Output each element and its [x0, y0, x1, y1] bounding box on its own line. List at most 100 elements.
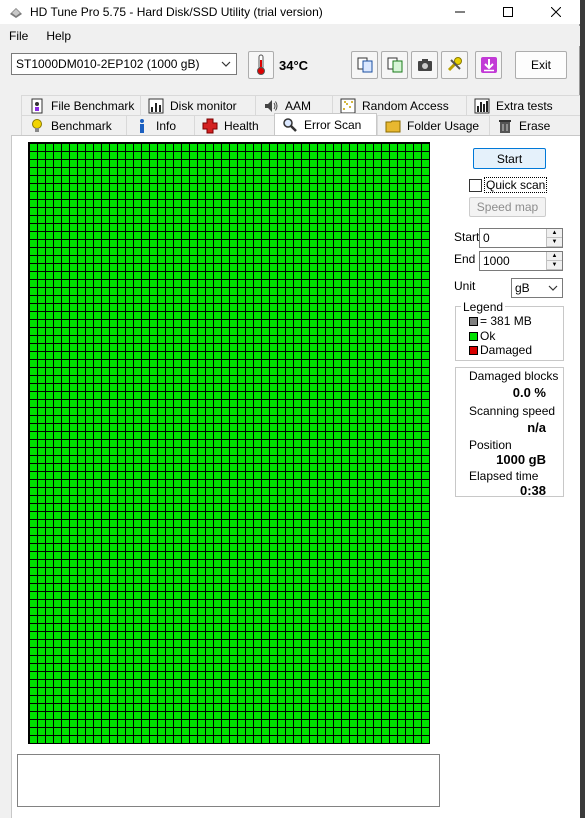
spin-down-icon[interactable]: ▼ [547, 238, 562, 247]
end-value: 1000 [483, 254, 510, 268]
folder-icon [385, 120, 401, 132]
minimize-button[interactable] [436, 0, 484, 24]
info-icon [140, 118, 144, 133]
copy-all-button[interactable] [381, 51, 408, 79]
legend-block-size-text: = 381 MB [480, 314, 532, 328]
camera-icon [417, 59, 432, 71]
start-value: 0 [483, 231, 490, 245]
legend-block-size: = 381 MB [469, 314, 532, 328]
quick-scan-checkbox[interactable] [469, 178, 482, 192]
tab-health[interactable]: Health [194, 115, 274, 135]
scan-block-grid [28, 142, 430, 744]
health-cross-icon [202, 118, 218, 133]
unit-select[interactable]: gB [511, 278, 563, 298]
disk-monitor-icon [148, 98, 164, 113]
tab-label: Disk monitor [170, 98, 237, 113]
quick-scan-checkbox-row[interactable]: Quick scan [469, 177, 548, 193]
copy-icon [357, 57, 372, 73]
legend-title: Legend [461, 300, 506, 314]
scanning-speed-value: n/a [527, 420, 546, 435]
save-button[interactable] [475, 51, 502, 79]
unit-value: gB [515, 281, 530, 295]
tab-benchmark[interactable]: Benchmark [21, 115, 126, 135]
unit-label: Unit [454, 279, 476, 293]
drive-select[interactable]: ST1000DM010-2EP102 (1000 gB) [11, 53, 237, 75]
tab-extra-tests[interactable]: Extra tests [466, 95, 580, 115]
temperature-button[interactable] [248, 51, 274, 79]
tab-label: Info [156, 118, 177, 133]
exit-button[interactable]: Exit [515, 51, 567, 79]
position-value: 1000 gB [496, 452, 546, 467]
position-label: Position [469, 438, 512, 452]
start-label: Start [454, 230, 480, 244]
tab-label: Benchmark [51, 118, 112, 133]
tab-aam[interactable]: AAM [255, 95, 332, 115]
download-arrow-icon [480, 57, 497, 73]
tools-icon [447, 57, 462, 72]
tab-label: Extra tests [496, 98, 553, 113]
tab-info[interactable]: Info [126, 115, 194, 135]
thermometer-icon [257, 54, 265, 75]
block-swatch [469, 316, 478, 326]
elapsed-time-value: 0:38 [519, 483, 546, 498]
extra-tests-icon [474, 98, 490, 113]
tab-label: Random Access [362, 98, 449, 113]
tab-row-top: File Benchmark Disk monitor AAM Random A… [11, 95, 580, 115]
tab-folder-usage[interactable]: Folder Usage [377, 115, 489, 135]
end-spinner[interactable]: 1000 ▲ ▼ [479, 251, 563, 271]
file-benchmark-icon [31, 98, 43, 113]
lightbulb-icon [32, 118, 42, 132]
chevron-down-icon [548, 285, 558, 291]
quick-scan-label: Quick scan [484, 177, 548, 193]
tab-label: Folder Usage [407, 118, 480, 133]
trash-icon [499, 119, 511, 133]
spin-down-icon[interactable]: ▼ [547, 261, 562, 270]
tab-erase[interactable]: Erase [489, 115, 580, 135]
title-bar: HD Tune Pro 5.75 - Hard Disk/SSD Utility… [0, 0, 580, 24]
elapsed-time-label: Elapsed time [469, 469, 539, 483]
damaged-blocks-value: 0.0 % [512, 385, 546, 400]
toolbar: ST1000DM010-2EP102 (1000 gB) 34°C Exit [0, 48, 580, 86]
tab-label: Error Scan [304, 117, 362, 132]
temperature-readout: 34°C [279, 58, 309, 73]
tab-disk-monitor[interactable]: Disk monitor [140, 95, 255, 115]
app-icon [10, 8, 22, 18]
minimize-icon [455, 11, 465, 13]
menu-help[interactable]: Help [37, 29, 80, 43]
copy-info-button[interactable] [351, 51, 378, 79]
damaged-blocks-label: Damaged blocks [469, 369, 559, 383]
menu-bar: File Help [0, 26, 580, 46]
maximize-icon [503, 7, 513, 17]
menu-file[interactable]: File [0, 29, 37, 43]
maximize-button[interactable] [484, 0, 532, 24]
start-spinner[interactable]: 0 ▲ ▼ [479, 228, 563, 248]
spin-up-icon[interactable]: ▲ [547, 252, 562, 261]
window-title: HD Tune Pro 5.75 - Hard Disk/SSD Utility… [30, 5, 323, 19]
end-label: End [454, 252, 476, 266]
tab-label: File Benchmark [51, 98, 135, 113]
close-icon [551, 7, 561, 17]
tab-row-bottom: Benchmark Info Health Error Scan Folder … [11, 113, 580, 135]
speed-map-button[interactable]: Speed map [469, 197, 546, 217]
spin-up-icon[interactable]: ▲ [547, 229, 562, 238]
options-button[interactable] [441, 51, 468, 79]
legend-ok-text: Ok [480, 329, 496, 343]
copy-all-icon [387, 57, 402, 73]
tab-error-scan[interactable]: Error Scan [274, 113, 377, 135]
tab-label: Erase [519, 118, 551, 133]
screenshot-button[interactable] [411, 51, 438, 79]
drive-select-value: ST1000DM010-2EP102 (1000 gB) [16, 57, 200, 71]
scan-log-box[interactable] [17, 754, 440, 807]
tab-random-access[interactable]: Random Access [332, 95, 466, 115]
tab-label: Health [224, 118, 259, 133]
legend-damaged: Damaged [469, 343, 532, 357]
legend-damaged-text: Damaged [480, 343, 533, 357]
close-button[interactable] [532, 0, 580, 24]
tab-label: AAM [285, 98, 312, 113]
chevron-down-icon [221, 61, 231, 67]
start-scan-button[interactable]: Start [473, 148, 546, 169]
legend-ok: Ok [469, 329, 495, 343]
scanning-speed-label: Scanning speed [469, 404, 556, 418]
hdtune-window: HD Tune Pro 5.75 - Hard Disk/SSD Utility… [0, 0, 580, 818]
tab-file-benchmark[interactable]: File Benchmark [21, 95, 140, 115]
